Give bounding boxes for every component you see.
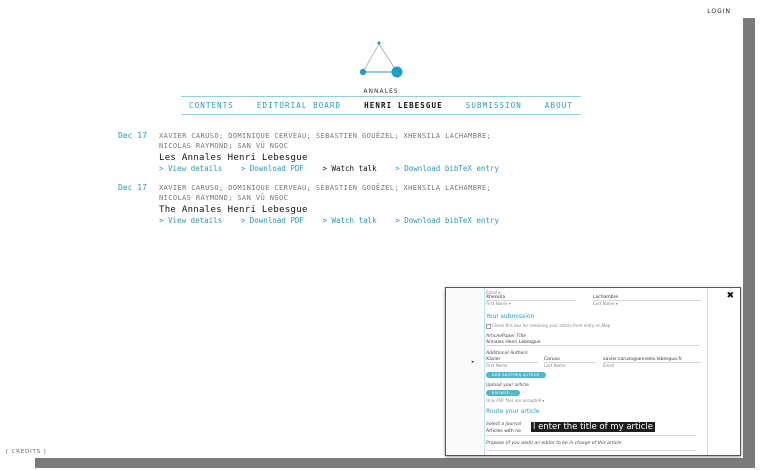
nav-henri-lebesgue[interactable]: HENRI LEBESGUE — [364, 101, 443, 110]
watch-talk-link[interactable]: > Watch talk — [322, 216, 376, 225]
journal-sub-text: Articles with no — [486, 429, 521, 434]
tooltip: l enter the title of my article — [531, 422, 655, 432]
upload-label: Upload your article — [486, 383, 529, 388]
entry-date: Dec 17 — [118, 183, 147, 192]
brand-label: ANNALES — [363, 88, 399, 95]
download-bibtex-link[interactable]: > Download bibTeX entry — [395, 164, 499, 173]
nav-about[interactable]: ABOUT — [545, 101, 573, 110]
propose-editor-label: Propose (if you wish) an editor to be in… — [486, 441, 622, 446]
author-last-label: Last Name — [544, 363, 566, 368]
main-nav: ANNALES CONTENTS EDITORIAL BOARD HENRI L… — [181, 88, 581, 115]
logo-icon — [359, 41, 403, 78]
entry-authors-line1: XAVIER CARUSO; DOMINIQUE CERVEAU; SÉBAST… — [159, 184, 492, 192]
nav-editorial-board[interactable]: EDITORIAL BOARD — [257, 101, 341, 110]
author-first-label: First Name — [486, 363, 508, 368]
entry-authors-line2: NICOLAS RAYMOND; SAN VŨ NGỌC — [159, 194, 289, 202]
popup-left-margin — [446, 288, 482, 455]
nav-bottom-rule — [181, 114, 581, 115]
window-shadow-bottom — [35, 458, 755, 468]
login-link[interactable]: LOGIN — [707, 8, 731, 15]
article-title-label: Article/Paper Title — [486, 334, 527, 339]
submission-header: Your submission — [486, 313, 535, 320]
entry-title: The Annales Henri Lebesgue — [159, 205, 308, 215]
nav-contents[interactable]: CONTENTS — [189, 101, 234, 110]
nav-submission[interactable]: SUBMISSION — [466, 101, 522, 110]
credits-link[interactable]: [ CREDITS ] — [6, 449, 46, 455]
download-pdf-link[interactable]: > Download PDF — [241, 164, 304, 173]
view-details-link[interactable]: > View details — [159, 164, 222, 173]
entry-authors-line1: XAVIER CARUSO; DOMINIQUE CERVEAU; SÉBAST… — [159, 132, 492, 140]
entry-title: Les Annales Henri Lebesgue — [159, 153, 308, 163]
last-name-label: Last Name ▾ — [593, 301, 618, 306]
window-shadow-right — [743, 18, 755, 466]
article-title-field[interactable]: Annales Henri Lebesgue — [486, 340, 700, 346]
add-author-button[interactable]: ADD ANOTHER AUTHOR — [486, 372, 546, 378]
route-header: Route your article — [486, 408, 540, 415]
entry-authors-line2: NICOLAS RAYMOND; SAN VŨ NGỌC — [159, 142, 289, 150]
author-email-label: Email — [603, 363, 615, 368]
mouse-cursor-icon: ➤ — [471, 359, 475, 366]
browse-button[interactable]: BROWSE... — [486, 390, 520, 396]
first-name-label: First Name ▾ — [486, 301, 511, 306]
journal-select[interactable] — [486, 435, 696, 436]
download-bibtex-link[interactable]: > Download bibTeX entry — [395, 216, 499, 225]
propose-editor-field[interactable] — [486, 450, 696, 451]
watch-talk-link[interactable]: > Watch talk — [322, 164, 376, 173]
download-pdf-link[interactable]: > Download PDF — [241, 216, 304, 225]
journal-label: Select a journal — [486, 422, 522, 427]
consent-text: Check this box for releasing your articl… — [492, 323, 611, 328]
entry-date: Dec 17 — [118, 131, 147, 140]
additional-authors-label: Additional Authors — [486, 351, 528, 356]
consent-checkbox[interactable] — [486, 324, 491, 329]
upload-hint: Only PDF files are accepted ▾ — [486, 398, 545, 403]
author-email-field[interactable]: xavier.caruso@annales.lebesgue.fr — [603, 357, 701, 363]
close-icon[interactable]: ✖ — [726, 291, 734, 301]
view-details-link[interactable]: > View details — [159, 216, 222, 225]
